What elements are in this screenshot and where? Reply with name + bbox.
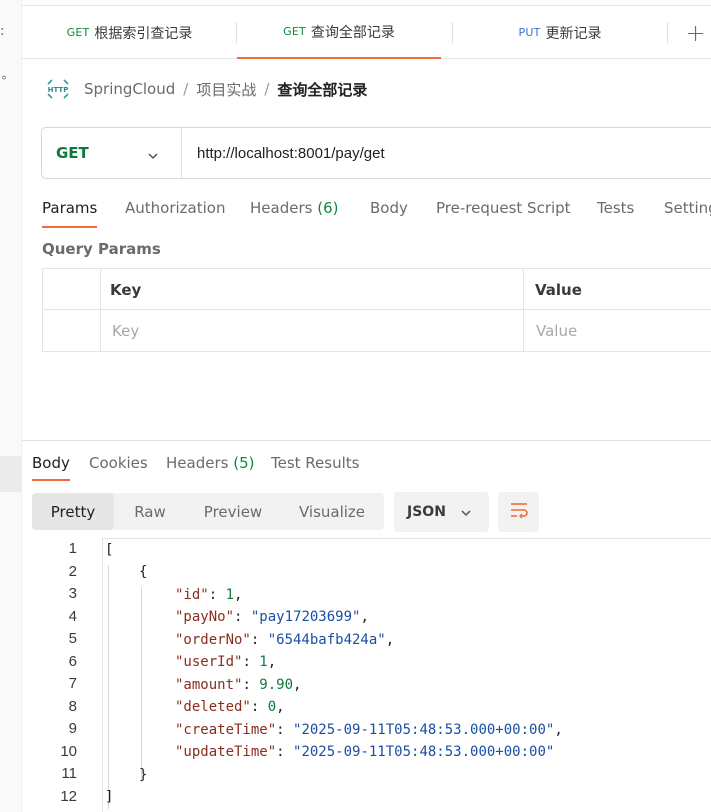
format-label: JSON — [407, 504, 446, 520]
param-value-input[interactable]: Value — [536, 322, 577, 340]
tab-response-body[interactable]: Body — [32, 454, 70, 481]
sidebar-glyph: ° — [1, 74, 7, 88]
json-line: "createTime": "2025-09-11T05:48:53.000+0… — [175, 722, 563, 738]
json-line: "deleted": 0, — [175, 699, 285, 715]
json-token: ] — [105, 789, 114, 805]
json-line: "updateTime": "2025-09-11T05:48:53.000+0… — [175, 744, 555, 760]
table-row — [43, 310, 711, 351]
code-area[interactable]: [ { "id": 1, "payNo": "pay17203699", "or… — [102, 538, 711, 812]
tab-title: 查询全部记录 — [310, 24, 395, 41]
breadcrumb: HTTP SpringCloud / 项目实战 / 查询全部记录 — [46, 77, 367, 101]
view-raw-button[interactable]: Raw — [114, 493, 186, 530]
view-preview-button[interactable]: Preview — [186, 493, 280, 530]
http-icon: HTTP — [46, 78, 70, 100]
json-line: "payNo": "pay17203699", — [175, 609, 369, 625]
json-line: "amount": 9.90, — [175, 677, 302, 693]
line-number: 3 — [68, 585, 77, 602]
line-number-gutter: 1 2 3 4 5 6 7 8 9 10 11 12 — [32, 538, 102, 812]
tab-method: PUT — [518, 26, 541, 39]
line-number: 6 — [68, 653, 77, 670]
plus-icon: + — [685, 18, 706, 47]
tab-method: GET — [66, 26, 90, 39]
tab-get-by-index[interactable]: GET 根据索引查记录 — [22, 6, 237, 59]
query-params-table: Key Value Key Value — [42, 268, 711, 352]
tab-body[interactable]: Body — [370, 199, 408, 217]
json-token: [ — [105, 542, 114, 558]
response-divider[interactable] — [22, 440, 711, 441]
line-number: 1 — [68, 540, 77, 557]
new-tab-button[interactable]: + — [680, 6, 711, 59]
line-number: 12 — [60, 788, 77, 805]
tab-cookies[interactable]: Cookies — [89, 454, 148, 472]
tab-title: 更新记录 — [545, 25, 602, 42]
sidebar-glyph: : — [0, 24, 5, 39]
line-number: 4 — [68, 608, 77, 625]
sidebar-selected-item[interactable] — [0, 456, 22, 492]
json-line: "userId": 1, — [175, 654, 277, 670]
tab-params[interactable]: Params — [42, 199, 98, 228]
tab-response-headers-label: Headers — [166, 454, 229, 472]
line-number: 2 — [68, 563, 77, 580]
tab-headers[interactable]: Headers (6) — [250, 199, 338, 217]
line-number: 10 — [60, 743, 77, 760]
tab-response-headers[interactable]: Headers (5) — [166, 454, 254, 472]
tab-headers-label: Headers — [250, 199, 313, 217]
view-mode-segmented-control: Pretty Raw Preview Visualize — [32, 493, 384, 530]
request-tab-bar: GET 根据索引查记录 GET 查询全部记录 PUT 更新记录 + — [22, 5, 711, 59]
tab-tests[interactable]: Tests — [597, 199, 634, 217]
line-number: 7 — [68, 675, 77, 692]
wrap-lines-button[interactable] — [498, 492, 539, 532]
response-body-viewer[interactable]: 1 2 3 4 5 6 7 8 9 10 11 12 [ { "id": 1, … — [32, 538, 711, 812]
json-line: "id": 1, — [175, 587, 243, 603]
view-pretty-button[interactable]: Pretty — [32, 493, 114, 530]
line-number: 5 — [68, 630, 77, 647]
query-params-title: Query Params — [42, 240, 161, 258]
url-bar: GET http://localhost:8001/pay/get — [41, 127, 711, 179]
tab-title: 根据索引查记录 — [94, 25, 193, 42]
left-sidebar-strip: : ° — [0, 0, 22, 812]
chevron-down-icon — [147, 147, 159, 160]
tab-get-all[interactable]: GET 查询全部记录 — [237, 6, 441, 59]
table-header-row — [43, 269, 711, 310]
breadcrumb-current-request[interactable]: 查询全部记录 — [277, 79, 367, 100]
tab-method: GET — [283, 25, 306, 38]
method-label: GET — [56, 144, 89, 162]
url-input[interactable]: http://localhost:8001/pay/get — [197, 145, 385, 162]
json-token: } — [139, 767, 148, 783]
response-headers-count-badge: (5) — [233, 454, 255, 472]
breadcrumb-separator: / — [264, 80, 270, 98]
tab-settings[interactable]: Setting — [664, 199, 711, 217]
format-select[interactable]: JSON — [394, 492, 489, 532]
tab-update[interactable]: PUT 更新记录 — [453, 6, 667, 59]
line-number: 8 — [68, 698, 77, 715]
svg-text:HTTP: HTTP — [48, 86, 69, 94]
line-number: 9 — [68, 720, 77, 737]
method-select[interactable]: GET — [42, 128, 182, 178]
breadcrumb-collection[interactable]: SpringCloud — [84, 80, 175, 98]
breadcrumb-folder[interactable]: 项目实战 — [196, 79, 256, 100]
param-key-input[interactable]: Key — [112, 322, 139, 340]
column-header-value: Value — [535, 281, 582, 299]
tab-prerequest-script[interactable]: Pre-request Script — [436, 199, 571, 217]
json-token: { — [139, 564, 148, 580]
breadcrumb-separator: / — [183, 80, 189, 98]
tab-test-results[interactable]: Test Results — [271, 454, 359, 472]
line-number: 11 — [61, 765, 77, 782]
wrap-lines-icon — [509, 501, 529, 523]
column-header-key: Key — [110, 281, 142, 299]
json-line: "orderNo": "6544bafb424a", — [175, 632, 395, 648]
chevron-down-icon — [460, 507, 472, 519]
view-visualize-button[interactable]: Visualize — [280, 493, 384, 530]
tab-authorization[interactable]: Authorization — [125, 199, 225, 217]
headers-count-badge: (6) — [317, 199, 339, 217]
